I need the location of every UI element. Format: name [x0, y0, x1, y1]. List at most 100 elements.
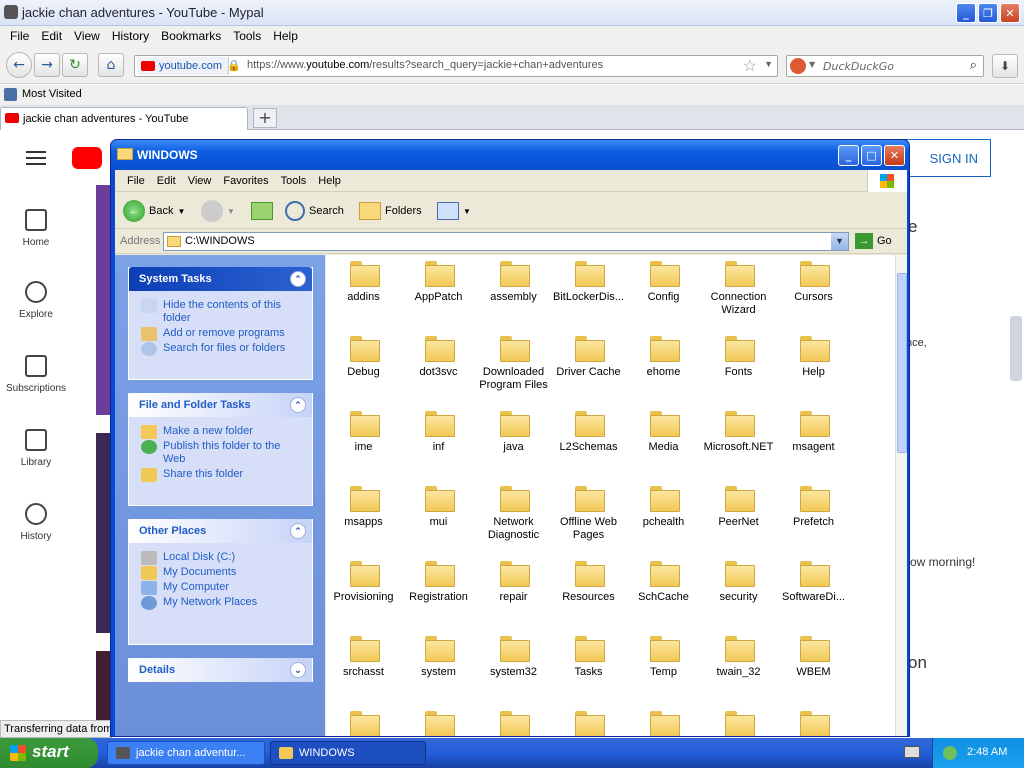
- folder-item[interactable]: Driver Cache: [551, 336, 626, 379]
- folder-item[interactable]: [551, 711, 626, 736]
- folder-item[interactable]: srchasst: [326, 636, 401, 679]
- folder-item[interactable]: java: [476, 411, 551, 454]
- explorer-maximize-button[interactable]: □: [861, 145, 882, 166]
- menu-file[interactable]: File: [4, 29, 35, 43]
- folder-item[interactable]: security: [701, 561, 776, 604]
- system-tasks-header[interactable]: System Tasks ⌃: [129, 267, 312, 291]
- place-my-computer[interactable]: My Computer: [141, 581, 304, 595]
- most-visited-bookmark[interactable]: Most Visited: [22, 88, 82, 100]
- explorer-menu-edit[interactable]: Edit: [151, 175, 182, 187]
- video-thumbnail[interactable]: [96, 185, 110, 415]
- folder-item[interactable]: [401, 711, 476, 736]
- collapse-chevron-icon[interactable]: ⌃: [290, 271, 306, 287]
- reload-button[interactable]: ↻: [62, 53, 88, 77]
- downloads-button[interactable]: ⬇: [992, 54, 1018, 78]
- menu-edit[interactable]: Edit: [35, 29, 68, 43]
- folder-item[interactable]: Prefetch: [776, 486, 851, 529]
- explorer-vertical-scrollbar[interactable]: [895, 255, 907, 736]
- folder-item[interactable]: [776, 711, 851, 736]
- place-my-network[interactable]: My Network Places: [141, 596, 304, 610]
- folder-item[interactable]: PeerNet: [701, 486, 776, 529]
- youtube-logo[interactable]: [72, 147, 102, 169]
- file-folder-tasks-header[interactable]: File and Folder Tasks ⌃: [129, 393, 312, 417]
- tab-youtube[interactable]: jackie chan adventures - YouTube: [0, 107, 248, 130]
- search-engine-dropdown-icon[interactable]: ▼: [809, 60, 815, 69]
- folder-item[interactable]: Connection Wizard: [701, 261, 776, 317]
- restore-button[interactable]: ❐: [978, 3, 998, 23]
- address-field[interactable]: C:\WINDOWS ▼: [163, 232, 849, 251]
- folder-item[interactable]: [326, 711, 401, 736]
- hamburger-menu-icon[interactable]: [26, 151, 46, 165]
- menu-bookmarks[interactable]: Bookmarks: [155, 29, 227, 43]
- folder-item[interactable]: Temp: [626, 636, 701, 679]
- folder-item[interactable]: AppPatch: [401, 261, 476, 304]
- folder-item[interactable]: system: [401, 636, 476, 679]
- task-hide-contents[interactable]: Hide the contents of this folder: [141, 299, 304, 325]
- folder-item[interactable]: Provisioning: [326, 561, 401, 604]
- folder-item[interactable]: pchealth: [626, 486, 701, 529]
- yt-nav-subscriptions[interactable]: Subscriptions: [0, 355, 72, 394]
- place-my-documents[interactable]: My Documents: [141, 566, 304, 580]
- folder-item[interactable]: Help: [776, 336, 851, 379]
- folder-item[interactable]: inf: [401, 411, 476, 454]
- page-scrollbar-thumb[interactable]: [1010, 316, 1022, 381]
- folder-item[interactable]: msapps: [326, 486, 401, 529]
- folder-item[interactable]: Fonts: [701, 336, 776, 379]
- new-tab-button[interactable]: +: [253, 108, 277, 128]
- explorer-forward-button[interactable]: ▼: [201, 199, 235, 223]
- folder-item[interactable]: Debug: [326, 336, 401, 379]
- video-thumbnail[interactable]: [96, 433, 110, 633]
- site-identity[interactable]: youtube.com: [137, 57, 229, 75]
- yt-nav-history[interactable]: History: [0, 503, 72, 542]
- taskbar-item-browser[interactable]: jackie chan adventur...: [107, 741, 265, 765]
- folder-item[interactable]: repair: [476, 561, 551, 604]
- network-tray-icon[interactable]: [943, 746, 957, 760]
- explorer-minimize-button[interactable]: _: [838, 145, 859, 166]
- explorer-folders-button[interactable]: Folders: [359, 199, 422, 223]
- yt-nav-home[interactable]: Home: [0, 209, 72, 248]
- menu-tools[interactable]: Tools: [227, 29, 267, 43]
- home-button[interactable]: ⌂: [98, 53, 124, 77]
- scrollbar-thumb[interactable]: [897, 273, 907, 453]
- address-dropdown-icon[interactable]: ▼: [831, 233, 848, 250]
- yt-nav-explore[interactable]: Explore: [0, 281, 72, 320]
- bookmark-star-icon[interactable]: ☆: [743, 56, 757, 76]
- menu-view[interactable]: View: [68, 29, 106, 43]
- folder-item[interactable]: Tasks: [551, 636, 626, 679]
- yt-nav-library[interactable]: Library: [0, 429, 72, 468]
- folder-item[interactable]: Offline Web Pages: [551, 486, 626, 542]
- folder-item[interactable]: Media: [626, 411, 701, 454]
- expand-chevron-icon[interactable]: ⌄: [290, 662, 306, 678]
- folder-item[interactable]: Microsoft.NET: [701, 411, 776, 454]
- folder-item[interactable]: Downloaded Program Files: [476, 336, 551, 392]
- explorer-menu-view[interactable]: View: [182, 175, 218, 187]
- minimize-button[interactable]: _: [956, 3, 976, 23]
- folder-item[interactable]: L2Schemas: [551, 411, 626, 454]
- search-box[interactable]: ▼ DuckDuckGo ⌕: [786, 55, 984, 77]
- start-button[interactable]: start: [0, 738, 98, 768]
- explorer-title-bar[interactable]: WINDOWS _ □ ✕: [111, 140, 909, 170]
- folder-item[interactable]: BitLockerDis...: [551, 261, 626, 304]
- keyboard-layout-icon[interactable]: [904, 746, 920, 758]
- collapse-chevron-icon[interactable]: ⌃: [290, 397, 306, 413]
- task-search-files[interactable]: Search for files or folders: [141, 342, 304, 356]
- folder-item[interactable]: [701, 711, 776, 736]
- collapse-chevron-icon[interactable]: ⌃: [290, 523, 306, 539]
- task-add-remove-programs[interactable]: Add or remove programs: [141, 327, 304, 341]
- folder-item[interactable]: twain_32: [701, 636, 776, 679]
- details-header[interactable]: Details ⌄: [129, 658, 312, 682]
- folder-item[interactable]: SoftwareDi...: [776, 561, 851, 604]
- menu-help[interactable]: Help: [267, 29, 304, 43]
- back-button[interactable]: ←: [6, 52, 32, 78]
- folder-item[interactable]: msagent: [776, 411, 851, 454]
- explorer-menu-help[interactable]: Help: [312, 175, 347, 187]
- folder-item[interactable]: addins: [326, 261, 401, 304]
- folder-item[interactable]: SchCache: [626, 561, 701, 604]
- folder-item[interactable]: Network Diagnostic: [476, 486, 551, 542]
- folder-item[interactable]: Config: [626, 261, 701, 304]
- task-make-new-folder[interactable]: Make a new folder: [141, 425, 304, 439]
- close-button[interactable]: ✕: [1000, 3, 1020, 23]
- folder-item[interactable]: Registration: [401, 561, 476, 604]
- explorer-up-button[interactable]: [251, 199, 273, 223]
- folder-item[interactable]: ime: [326, 411, 401, 454]
